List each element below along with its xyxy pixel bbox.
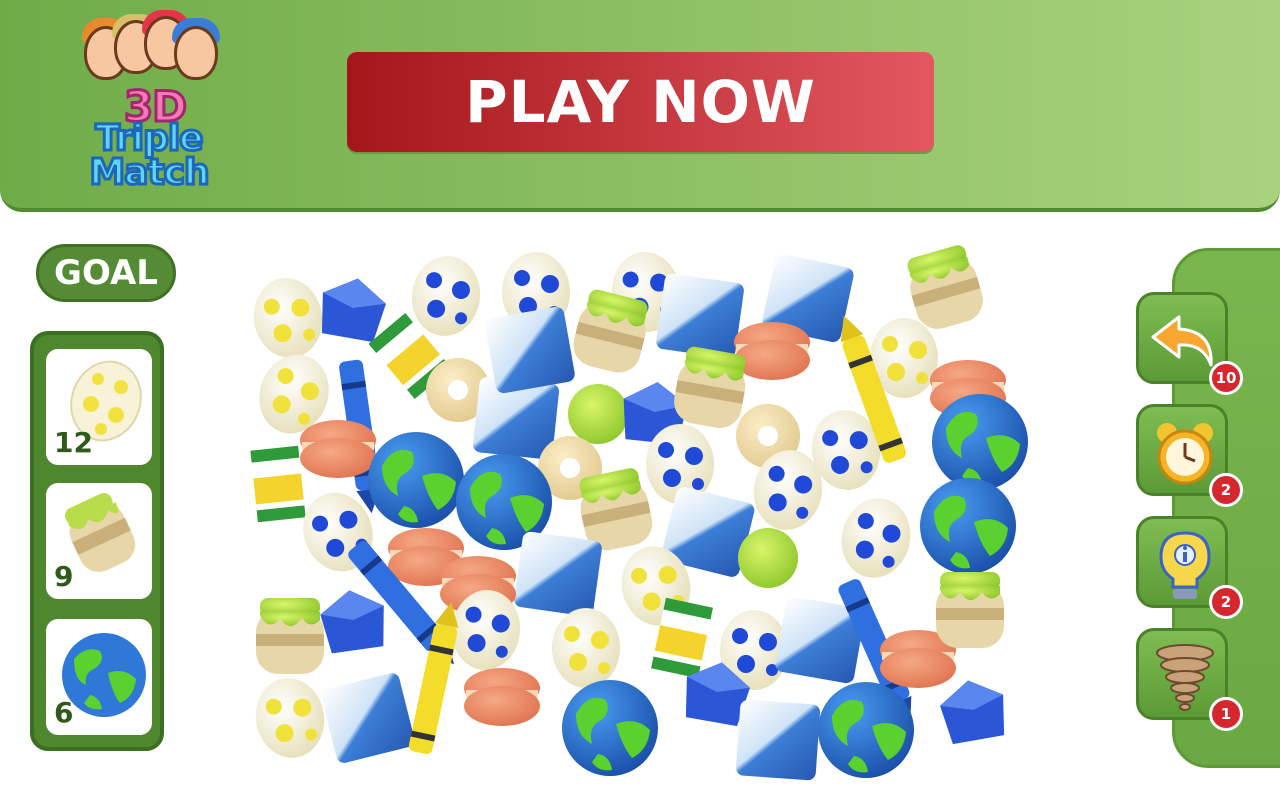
goal-card-globe: 6 bbox=[46, 619, 152, 735]
play-now-button[interactable]: PLAY NOW bbox=[347, 52, 934, 152]
goal-title: GOAL bbox=[54, 253, 158, 293]
gem-item[interactable] bbox=[936, 674, 1011, 746]
lime-ball-item[interactable] bbox=[738, 528, 798, 588]
goal-panel: 12 9 6 bbox=[30, 331, 164, 751]
egg-yellow-item[interactable] bbox=[552, 608, 620, 688]
undo-button[interactable]: 10 bbox=[1136, 292, 1243, 395]
cup-item[interactable] bbox=[250, 445, 306, 523]
globe-item[interactable] bbox=[818, 682, 914, 778]
game-screen: 3D Triple Match PLAY NOW GOAL 12 9 6 10 … bbox=[0, 0, 1280, 800]
cube-item[interactable] bbox=[513, 530, 603, 618]
jar-item[interactable] bbox=[670, 344, 751, 432]
macaron-item[interactable] bbox=[734, 322, 810, 380]
undo-count-badge: 10 bbox=[1209, 361, 1243, 395]
goal-egg-count: 12 bbox=[54, 426, 93, 459]
cube-item[interactable] bbox=[319, 671, 417, 765]
lime-ball-item[interactable] bbox=[568, 384, 628, 444]
hint-count-badge: 2 bbox=[1209, 585, 1243, 619]
cube-item[interactable] bbox=[484, 305, 576, 395]
macaron-item[interactable] bbox=[300, 420, 376, 478]
jar-item[interactable] bbox=[568, 287, 654, 378]
macaron-item[interactable] bbox=[464, 668, 540, 726]
gem-item[interactable] bbox=[315, 272, 390, 344]
cube-item[interactable] bbox=[735, 699, 821, 781]
jar-item[interactable] bbox=[936, 572, 1004, 648]
globe-item[interactable] bbox=[368, 432, 464, 528]
egg-blue-item[interactable] bbox=[406, 251, 486, 341]
shuffle-count-badge: 1 bbox=[1209, 697, 1243, 731]
play-now-label: PLAY NOW bbox=[465, 68, 816, 136]
goal-label: GOAL bbox=[36, 244, 176, 302]
play-field bbox=[247, 242, 1028, 781]
globe-item[interactable] bbox=[932, 394, 1028, 490]
timer-count-badge: 2 bbox=[1209, 473, 1243, 507]
freeze-timer-button[interactable]: 2 bbox=[1136, 404, 1243, 507]
globe-item[interactable] bbox=[920, 478, 1016, 574]
game-logo: 3D Triple Match bbox=[60, 10, 240, 200]
egg-yellow-item[interactable] bbox=[249, 672, 331, 764]
goal-card-jar: 9 bbox=[46, 483, 152, 599]
logo-characters bbox=[72, 10, 220, 90]
logo-text-match: Match bbox=[88, 151, 211, 195]
gem-item[interactable] bbox=[317, 585, 390, 655]
hint-button[interactable]: 2 bbox=[1136, 516, 1243, 619]
goal-jar-count: 9 bbox=[54, 560, 74, 593]
goal-globe-count: 6 bbox=[54, 696, 74, 729]
jar-item[interactable] bbox=[256, 598, 324, 674]
shuffle-button[interactable]: 1 bbox=[1136, 628, 1243, 731]
egg-yellow-item[interactable] bbox=[247, 272, 329, 364]
globe-item[interactable] bbox=[562, 680, 658, 776]
cube-item[interactable] bbox=[655, 272, 745, 360]
egg-blue-item[interactable] bbox=[833, 490, 919, 586]
goal-card-egg: 12 bbox=[46, 349, 152, 465]
